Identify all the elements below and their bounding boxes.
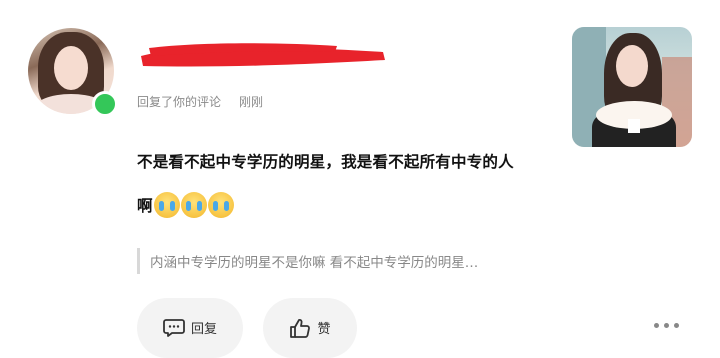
quoted-text: 内涵中专学历的明星不是你嘛 看不起中专学历的明星…	[150, 255, 479, 271]
crying-face-icon	[207, 192, 234, 218]
comment-text-line2: 啊	[137, 192, 234, 218]
comment-meta: 回复了你的评论 刚刚	[137, 93, 263, 110]
action-text: 回复了你的评论	[137, 95, 222, 109]
avatar-face	[54, 46, 88, 90]
more-options-icon[interactable]	[654, 323, 679, 328]
quoted-comment[interactable]: 内涵中专学历的明星不是你嘛 看不起中专学历的明星…	[137, 248, 478, 274]
reply-label: 回复	[190, 322, 217, 337]
username-redaction	[141, 43, 385, 67]
thumbnail-bow	[628, 119, 640, 133]
online-status-dot	[92, 91, 118, 117]
comment-icon	[163, 319, 185, 337]
more-dot	[654, 323, 659, 328]
reply-button[interactable]: 回复	[137, 298, 243, 358]
crying-face-icon	[153, 192, 180, 218]
more-dot	[664, 323, 669, 328]
crying-face-icon	[180, 192, 207, 218]
thumbnail-face	[616, 45, 648, 87]
timestamp: 刚刚	[239, 95, 264, 109]
comment-text-line1: 不是看不起中专学历的明星，我是看不起所有中专的人	[137, 153, 514, 171]
thumbs-up-icon	[290, 319, 311, 338]
more-dot	[674, 323, 679, 328]
comment-text-ah: 啊	[137, 197, 153, 215]
like-label: 赞	[317, 322, 331, 337]
post-thumbnail[interactable]	[572, 27, 692, 147]
like-button[interactable]: 赞	[263, 298, 357, 358]
